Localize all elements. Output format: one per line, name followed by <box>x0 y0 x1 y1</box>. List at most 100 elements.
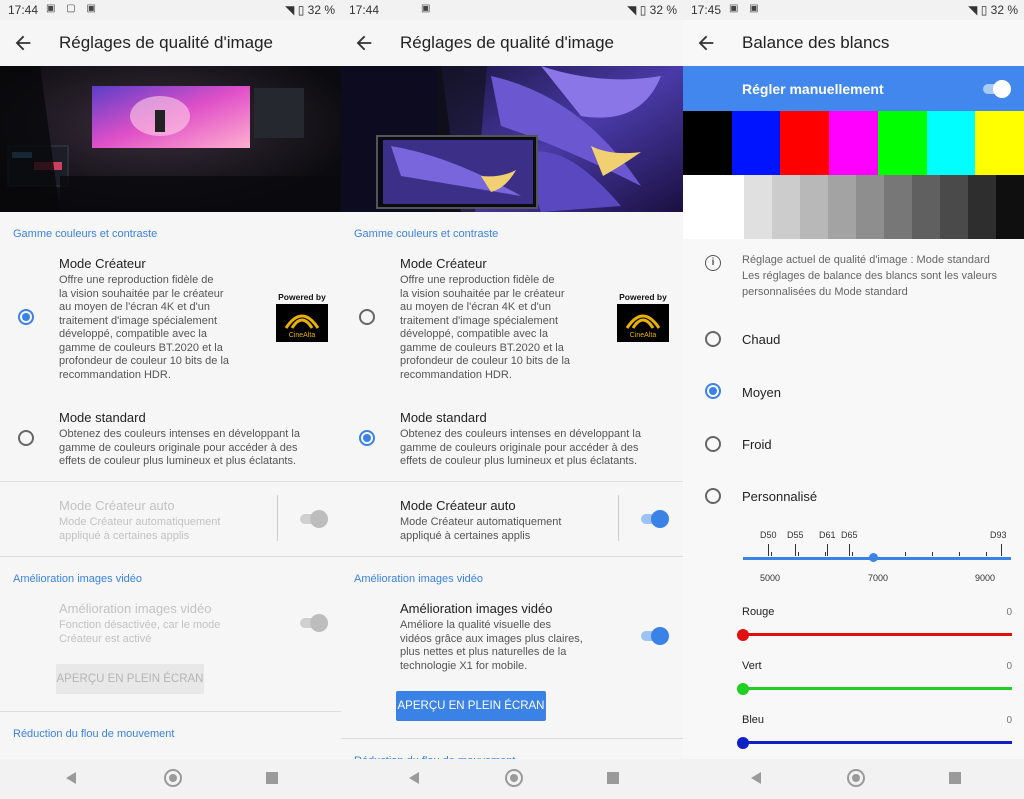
gray-bar <box>856 175 885 239</box>
wb-radio-cool[interactable] <box>705 436 721 452</box>
scale-tick <box>768 544 769 556</box>
color-bar <box>877 111 927 175</box>
green-slider-track[interactable] <box>743 687 1012 690</box>
standard-mode-radio[interactable] <box>359 430 375 446</box>
scale-tick <box>795 544 796 556</box>
wb-option-cool: Froid <box>742 437 772 452</box>
section-motion-blur-title: Réduction du flou de mouvement <box>13 728 175 740</box>
screen-white-balance: 17:45 ▣ ▣ ◥ ▯ 32 % Balance des blancs Ré… <box>683 0 1024 799</box>
wb-radio-medium[interactable] <box>705 383 721 399</box>
battery-level: 32 % <box>649 3 677 17</box>
color-bar <box>780 111 830 175</box>
creator-auto-toggle[interactable] <box>300 508 328 528</box>
red-slider-track[interactable] <box>743 633 1012 636</box>
nav-home-icon[interactable] <box>505 769 523 787</box>
divider <box>341 738 683 739</box>
standard-mode-description: Obtenez des couleurs intenses en dévelop… <box>400 428 641 467</box>
vertical-divider <box>277 495 278 541</box>
red-slider-handle[interactable] <box>737 629 749 641</box>
creator-auto-description: Mode Créateur automatiquement appliqué à… <box>400 516 562 542</box>
nav-recents-icon[interactable] <box>949 772 961 784</box>
fullscreen-preview-button[interactable]: APERÇU EN PLEIN ÉCRAN <box>56 664 204 694</box>
info-line-3: personnalisées du Mode standard <box>742 286 908 298</box>
nav-home-icon[interactable] <box>164 769 182 787</box>
page-title: Balance des blancs <box>742 33 890 52</box>
standard-mode-description: Obtenez des couleurs intenses en dévelop… <box>59 428 300 467</box>
battery-icon: ▯ <box>980 3 988 17</box>
creator-auto-toggle[interactable] <box>641 508 669 528</box>
manual-adjust-bar: Régler manuellement <box>683 66 1024 111</box>
back-arrow-icon[interactable] <box>10 32 36 54</box>
nav-home-icon[interactable] <box>847 769 865 787</box>
gray-bar <box>968 175 997 239</box>
wb-radio-custom[interactable] <box>705 488 721 504</box>
minor-tick <box>798 552 799 556</box>
color-bar <box>683 111 732 175</box>
notification-icons: ▣ ▣ <box>729 3 763 14</box>
divider <box>341 481 683 482</box>
minor-tick <box>932 552 933 556</box>
manual-adjust-toggle[interactable] <box>983 78 1011 98</box>
fullscreen-preview-button[interactable]: APERÇU EN PLEIN ÉCRAN <box>396 691 546 721</box>
cinealta-logo-icon: CineAlta <box>276 304 328 342</box>
color-bar <box>731 111 781 175</box>
color-temperature-handle[interactable] <box>868 553 878 562</box>
status-time: 17:44 <box>8 3 39 17</box>
gray-bar <box>884 175 913 239</box>
nav-recents-icon[interactable] <box>607 772 619 784</box>
wb-option-warm: Chaud <box>742 332 781 347</box>
creator-auto-title: Mode Créateur auto <box>59 498 175 513</box>
blue-slider-handle[interactable] <box>737 737 749 749</box>
nav-recents-icon[interactable] <box>266 772 278 784</box>
nav-back-icon[interactable] <box>66 772 76 784</box>
wb-option-medium: Moyen <box>742 385 782 400</box>
battery-level: 32 % <box>307 3 335 17</box>
wifi-icon: ◥ <box>627 3 637 17</box>
section-video-title: Amélioration images vidéo <box>354 573 484 585</box>
blue-slider-label: Bleu <box>742 714 765 726</box>
video-enhance-title: Amélioration images vidéo <box>400 601 553 616</box>
creator-mode-description: Offre une reproduction fidèle de la visi… <box>400 274 571 381</box>
section-color-contrast-title: Gamme couleurs et contraste <box>13 228 158 240</box>
creator-mode-radio[interactable] <box>359 309 375 325</box>
screen-creator-mode: 17:44 ▣ ▢ ▣ ◥ ▯ 32 % Réglages de qualité… <box>0 0 341 799</box>
nav-back-icon[interactable] <box>751 772 761 784</box>
info-current-mode: Réglage actuel de qualité d'image : Mode… <box>742 254 990 266</box>
green-slider-handle[interactable] <box>737 683 749 695</box>
kelvin-7000-label: 7000 <box>868 573 889 583</box>
back-arrow-icon[interactable] <box>693 32 719 54</box>
red-slider-value: 0 <box>1006 607 1012 618</box>
page-title: Réglages de qualité d'image <box>59 33 274 52</box>
back-arrow-icon[interactable] <box>351 32 377 54</box>
nav-bar <box>341 759 683 799</box>
manual-adjust-label: Régler manuellement <box>742 81 884 97</box>
gray-bars <box>683 175 1024 239</box>
scale-tick <box>1001 544 1002 556</box>
scale-tick <box>827 544 828 556</box>
wb-radio-warm[interactable] <box>705 331 721 347</box>
gray-bar <box>912 175 941 239</box>
divider <box>0 481 341 482</box>
hero-image-flower <box>341 66 683 212</box>
green-slider-label: Vert <box>742 660 762 672</box>
hero-image-studio <box>0 66 341 212</box>
info-line-2: Les réglages de balance des blancs sont … <box>742 270 997 282</box>
blue-slider-track[interactable] <box>743 741 1012 744</box>
creator-auto-title: Mode Créateur auto <box>400 498 516 513</box>
gray-bar <box>996 175 1024 239</box>
wb-option-custom: Personnalisé <box>742 489 818 504</box>
page-title: Réglages de qualité d'image <box>400 33 615 52</box>
test-pattern <box>683 111 1024 239</box>
cinealta-badge: Powered by CineAlta <box>615 292 671 342</box>
creator-auto-description: Mode Créateur automatiquement appliqué à… <box>59 516 221 542</box>
nav-back-icon[interactable] <box>409 772 419 784</box>
battery-icon: ▯ <box>297 3 305 17</box>
standard-mode-radio[interactable] <box>18 430 34 446</box>
video-enhance-toggle[interactable] <box>641 625 669 645</box>
video-enhance-description: Fonction désactivée, car le mode Créateu… <box>59 619 221 645</box>
video-enhance-toggle[interactable] <box>300 612 328 632</box>
creator-mode-radio[interactable] <box>18 309 34 325</box>
minor-tick <box>825 552 826 556</box>
app-bar: Réglages de qualité d'image <box>341 20 683 66</box>
d50-label: D50 <box>760 530 777 540</box>
